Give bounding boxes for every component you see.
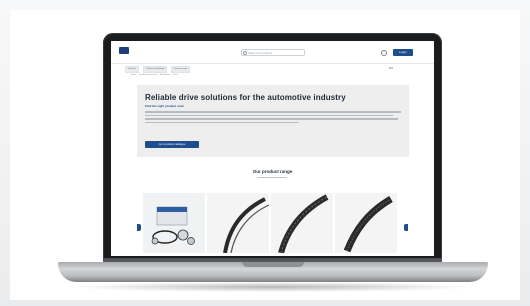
product-tile-v-belt[interactable] — [207, 193, 269, 253]
brand-logo[interactable] — [119, 47, 129, 54]
carousel-next-icon[interactable] — [404, 224, 408, 231]
hero-subtitle: Find the right product now! — [145, 104, 184, 108]
multi-rib-belt-icon — [335, 193, 397, 253]
breadcrumb-item: Drive — [173, 74, 178, 76]
carousel-prev-icon[interactable] — [137, 224, 141, 231]
breadcrumb: Home Products & services Automotive Driv… — [131, 74, 178, 76]
account-icon[interactable] — [381, 50, 387, 56]
breadcrumb-item[interactable]: Automotive — [160, 74, 170, 76]
product-tile-multi-rib-belt[interactable] — [335, 193, 397, 253]
v-belt-icon — [207, 193, 269, 253]
login-button[interactable]: Login — [393, 49, 413, 56]
hero-banner: Reliable drive solutions for the automot… — [137, 85, 409, 157]
product-tile-timing-kit[interactable] — [143, 193, 205, 253]
search-input[interactable]: Search by product — [241, 49, 305, 56]
language-selector[interactable]: EN — [389, 66, 393, 70]
laptop-notch — [242, 262, 304, 267]
laptop-screen: Search by product Login Products Technic… — [111, 41, 434, 256]
section-divider — [257, 177, 287, 178]
hero-title: Reliable drive solutions for the automot… — [145, 93, 346, 102]
laptop-shadow — [70, 282, 476, 292]
main-nav: Products Technical knowledge Service cen… — [125, 66, 191, 73]
nav-item-service-center[interactable]: Service center — [171, 66, 191, 73]
hero-body-text — [145, 111, 401, 125]
catalogue-button[interactable]: Go to product catalogue — [145, 141, 199, 148]
product-range-title: Our product range — [252, 169, 293, 174]
search-icon — [243, 51, 247, 55]
site-header: Search by product Login — [111, 41, 434, 64]
product-tile-ribbed-belt[interactable] — [271, 193, 333, 253]
breadcrumb-item[interactable]: Home — [131, 74, 136, 76]
nav-item-technical-knowledge[interactable]: Technical knowledge — [142, 66, 168, 73]
breadcrumb-item[interactable]: Products & services — [139, 74, 157, 76]
nav-item-products[interactable]: Products — [125, 66, 139, 73]
ribbed-belt-icon — [271, 193, 333, 253]
timing-belt-kit-icon — [143, 193, 205, 253]
